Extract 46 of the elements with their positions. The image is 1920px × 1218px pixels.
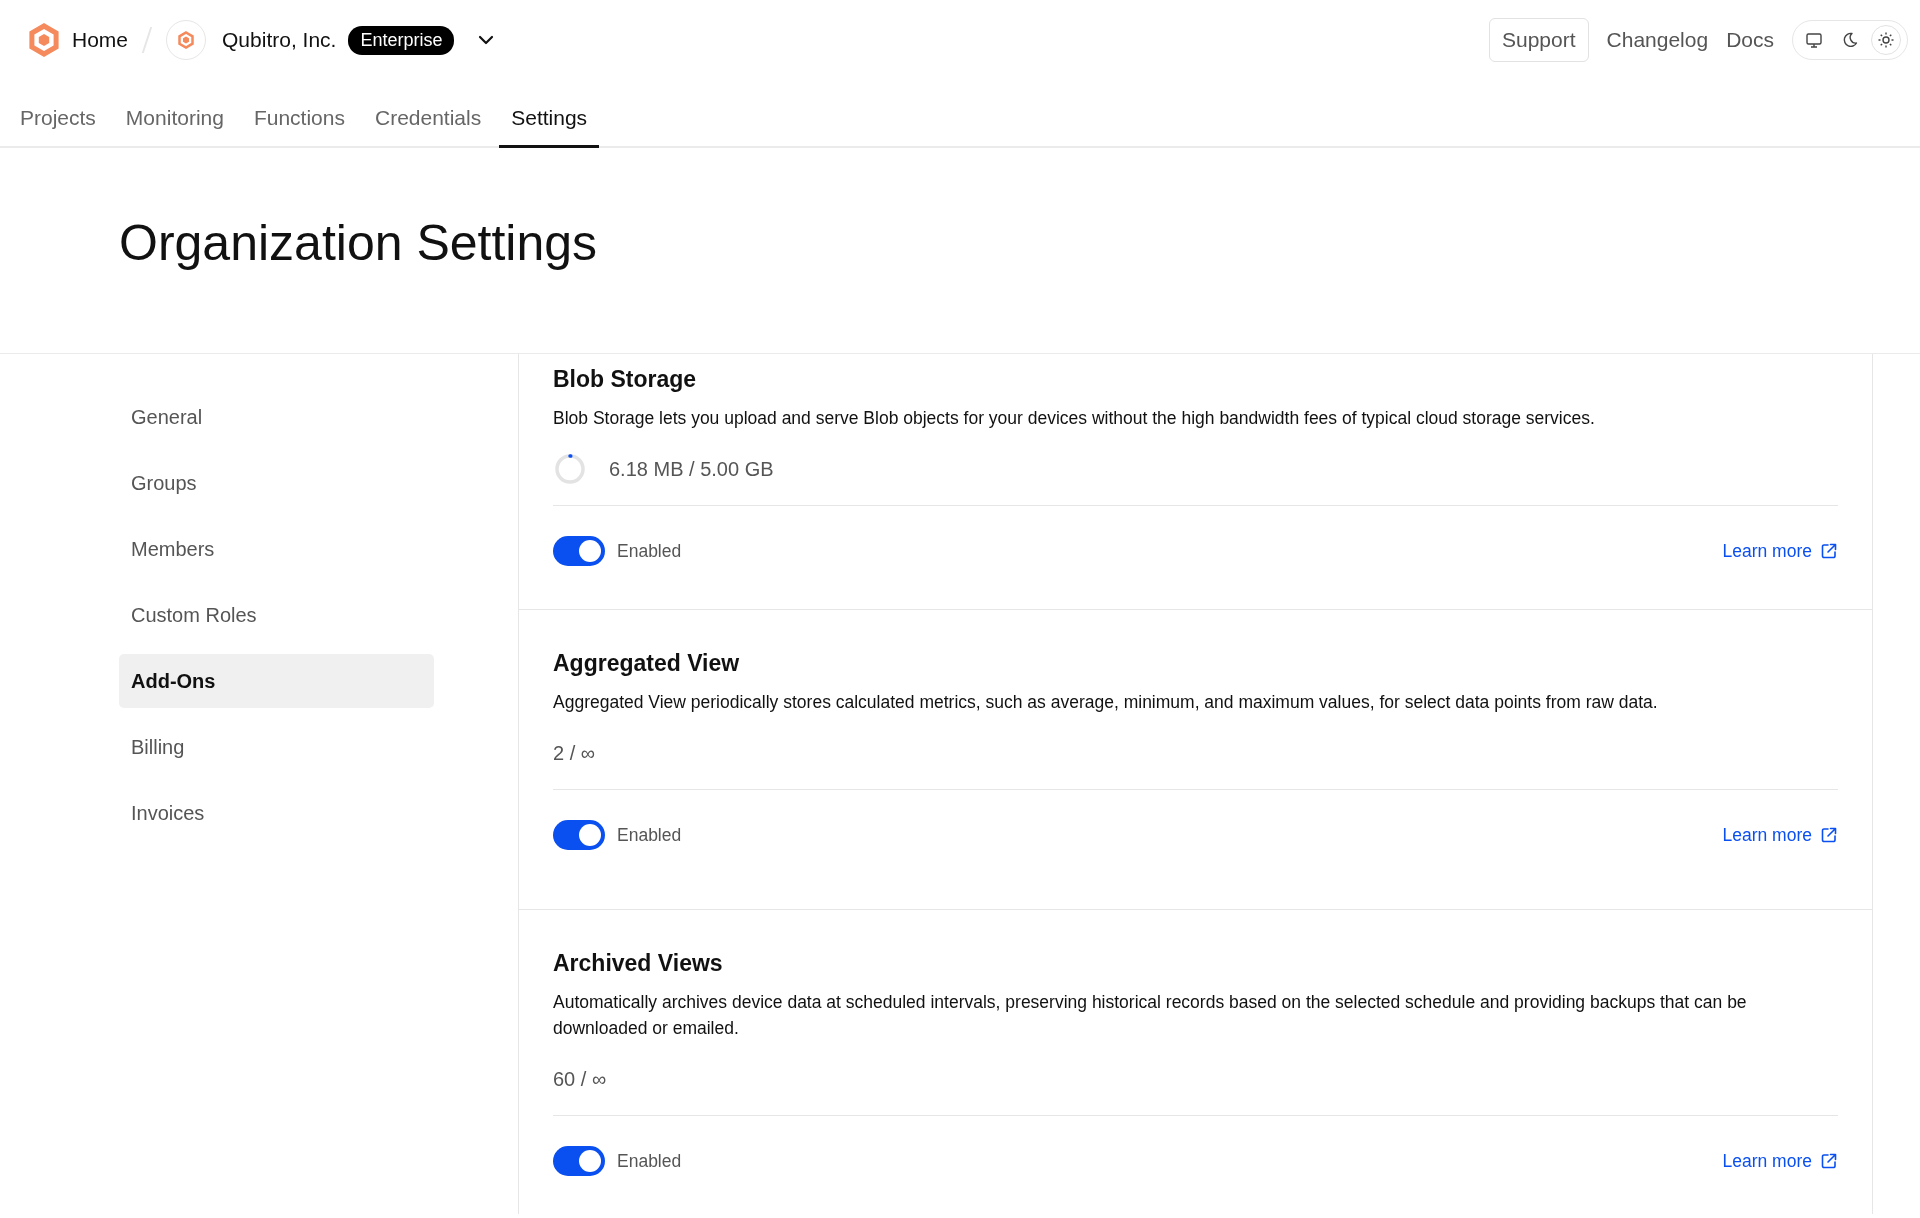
header-link[interactable]: Docs bbox=[1726, 28, 1774, 52]
usage-text: 2 / ∞ bbox=[553, 741, 596, 765]
sidebar-item[interactable]: Groups bbox=[119, 456, 434, 510]
learn-more-link[interactable]: Learn more bbox=[1722, 824, 1838, 846]
addon-description: Aggregated View periodically stores calculated metrics, such as average, minimum, and maximum values, for select data points from raw data. bbox=[553, 691, 1659, 714]
plan-badge: Enterprise bbox=[348, 25, 455, 55]
sidebar-item[interactable]: Members bbox=[119, 522, 434, 576]
external-link-icon bbox=[1820, 1152, 1838, 1170]
addon-description: Blob Storage lets you upload and serve Blob objects for your devices without the high bandwidth fees of typical cloud storage services. bbox=[553, 407, 1596, 430]
toggle-label: Enabled bbox=[617, 824, 682, 846]
moon-icon bbox=[1841, 31, 1859, 49]
learn-more-link[interactable]: Learn more bbox=[1722, 1150, 1838, 1172]
toggle-switch[interactable] bbox=[553, 1146, 605, 1176]
home-link[interactable]: Home bbox=[72, 28, 129, 52]
addon-title: Blob Storage bbox=[553, 366, 698, 393]
toggle-switch[interactable] bbox=[553, 820, 605, 850]
page-title: Organization Settings bbox=[119, 213, 598, 272]
logo-icon bbox=[28, 22, 60, 58]
tab[interactable]: Projects bbox=[8, 80, 108, 148]
toggle-label: Enabled bbox=[617, 540, 682, 562]
sidebar-item[interactable]: Billing bbox=[119, 720, 434, 774]
toggle-label: Enabled bbox=[617, 1150, 682, 1172]
tab[interactable]: Credentials bbox=[362, 80, 494, 148]
sidebar-item[interactable]: Add-Ons bbox=[119, 654, 434, 708]
tab[interactable]: Functions bbox=[241, 80, 357, 148]
toggle-switch[interactable] bbox=[553, 536, 605, 566]
tab[interactable]: Monitoring bbox=[113, 80, 236, 148]
usage-text: 60 / ∞ bbox=[553, 1067, 607, 1091]
tab[interactable]: Settings bbox=[499, 80, 600, 148]
addon-title: Archived Views bbox=[553, 950, 724, 977]
sun-icon bbox=[1877, 31, 1895, 49]
sidebar-item[interactable]: General bbox=[119, 390, 434, 444]
learn-more-link[interactable]: Learn more bbox=[1722, 540, 1838, 562]
sidebar-item[interactable]: Custom Roles bbox=[119, 588, 434, 642]
external-link-icon bbox=[1820, 826, 1838, 844]
chevron-down-icon bbox=[478, 35, 495, 45]
sidebar-item[interactable]: Invoices bbox=[119, 786, 434, 840]
support-button[interactable]: Support bbox=[1489, 18, 1589, 62]
organization-name: Qubitro, Inc. bbox=[222, 28, 337, 52]
addon-title: Aggregated View bbox=[553, 650, 741, 677]
header-link[interactable]: Changelog bbox=[1606, 28, 1709, 52]
addon-description: Automatically archives device data at scheduled intervals, preserving historical records based on the selected schedule and providing backups that can be downloaded or emailed. bbox=[553, 991, 1748, 1040]
external-link-icon bbox=[1820, 542, 1838, 560]
usage-text: 6.18 MB / 5.00 GB bbox=[609, 457, 774, 481]
monitor-icon bbox=[1805, 31, 1823, 49]
logo-icon bbox=[177, 30, 196, 50]
